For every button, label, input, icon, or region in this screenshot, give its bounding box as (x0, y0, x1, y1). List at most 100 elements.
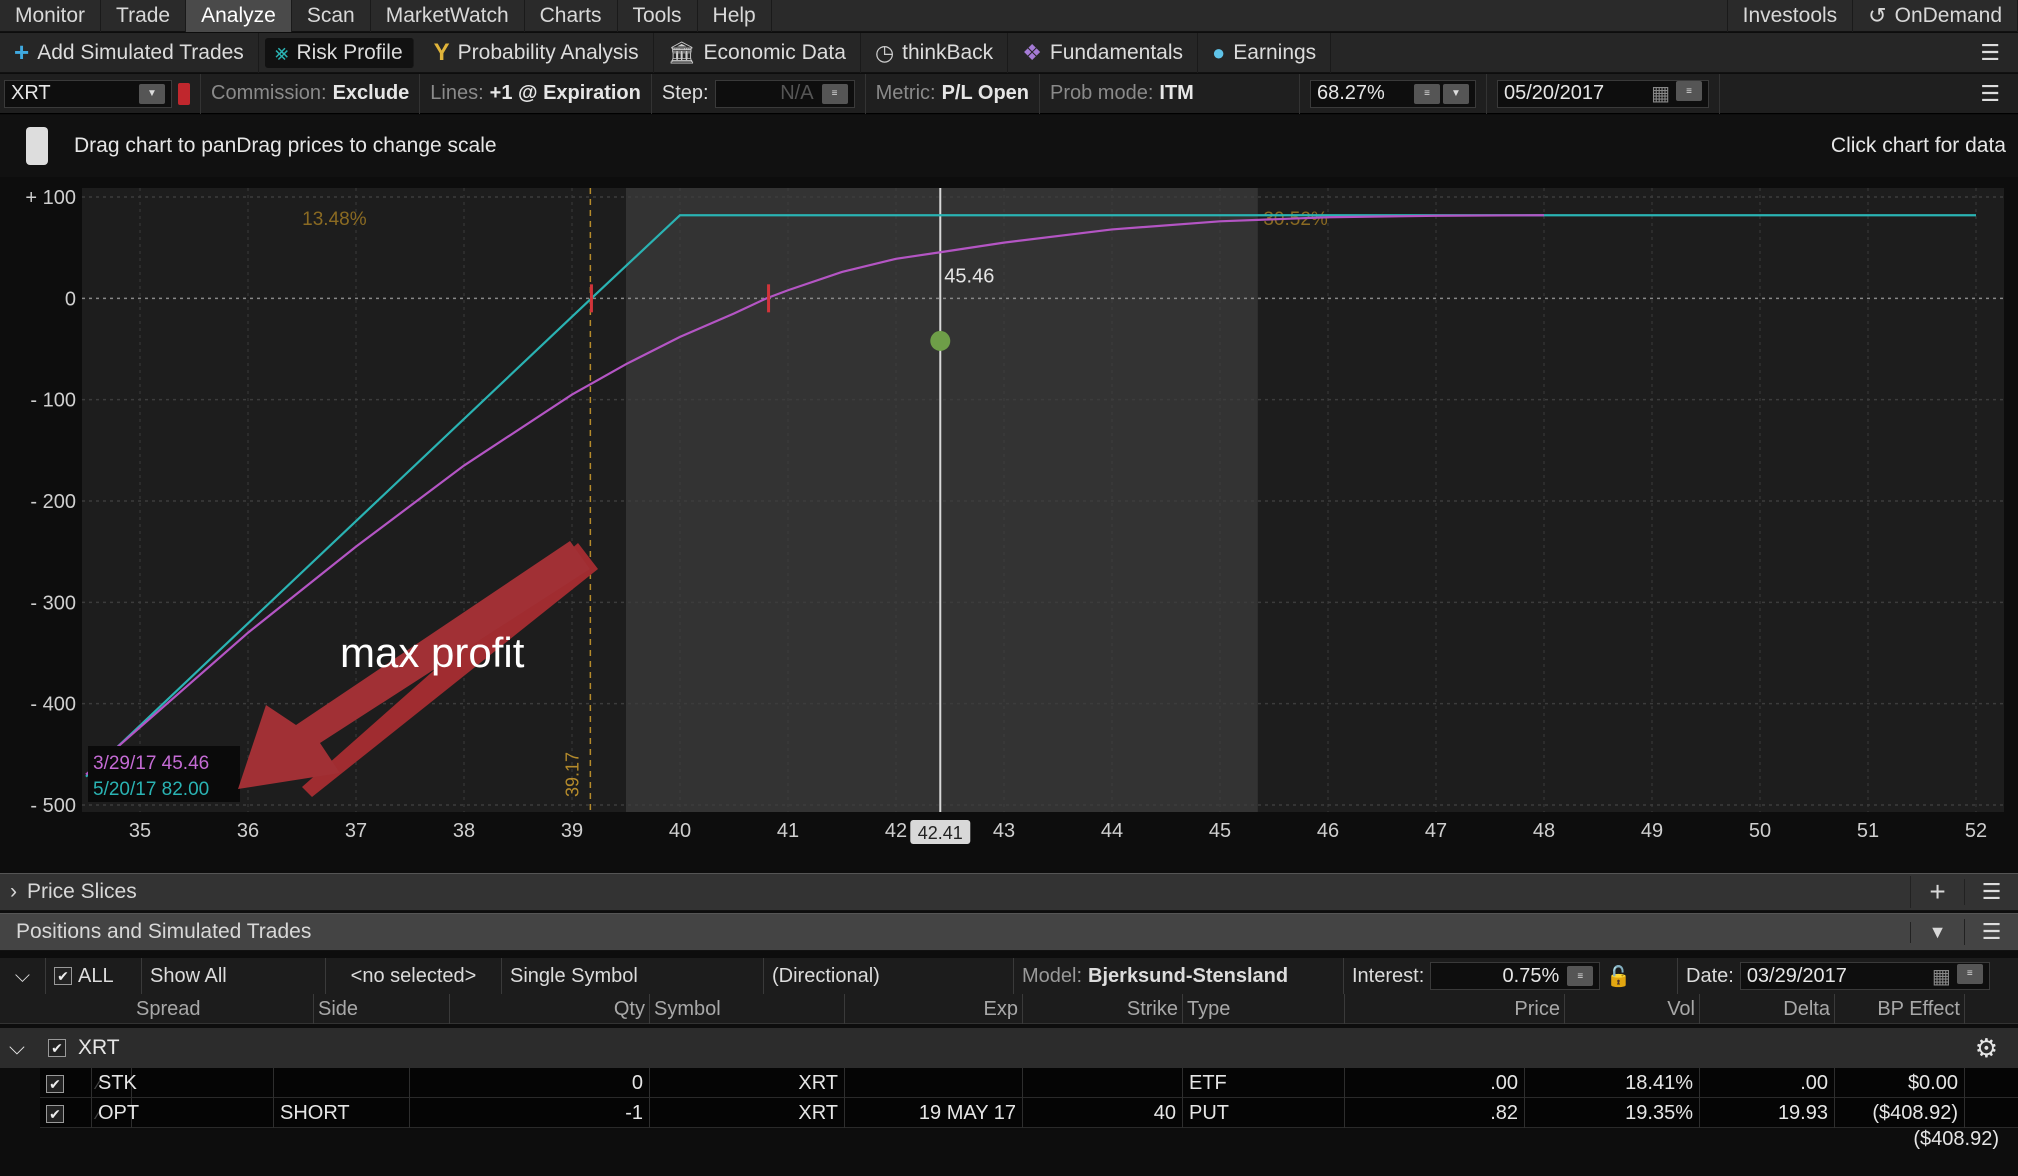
step-input[interactable]: N/A ≡ (714, 79, 855, 108)
economic-data-tab[interactable]: 🏛 Economic Data (654, 32, 861, 73)
earnings-tab[interactable]: ● Earnings (1198, 32, 1332, 73)
row-checkbox[interactable]: ✔ (46, 1075, 64, 1093)
collapse-icon[interactable]: ▼ (1910, 921, 1964, 943)
analysis-date-spinner[interactable]: ≡ (1956, 963, 1983, 984)
symbol-mode-dropdown[interactable]: Single Symbol (502, 958, 764, 994)
prob-spinner[interactable]: ≡ (1414, 83, 1440, 104)
position-row[interactable]: ✔ ∕ OPT SHORT -1 XRT 19 MAY 17 40 PUT .82 19.35% 19… (40, 1098, 2018, 1128)
row-checkbox[interactable]: ✔ (46, 1105, 64, 1123)
interest-input[interactable]: 0.75% ≡ (1430, 962, 1601, 990)
menu-investools[interactable]: Investools (1726, 0, 1854, 32)
col-header-bp-effect[interactable]: BP Effect (1835, 994, 1965, 1024)
add-simulated-trades-button[interactable]: + Add Simulated Trades (0, 32, 259, 73)
menu-ondemand[interactable]: ↺ OnDemand (1853, 0, 2018, 32)
symbol-field[interactable]: XRT ▼ (4, 79, 172, 108)
y-tick-label: - 200 (30, 491, 76, 513)
col-header-price[interactable]: Price (1345, 994, 1565, 1024)
menu-monitor[interactable]: Monitor (0, 0, 102, 32)
analysis-date-input[interactable]: 03/29/2017 ▦ ≡ (1739, 962, 1990, 990)
menu-analyze[interactable]: Analyze (186, 0, 292, 32)
date-spinner[interactable]: ≡ (1676, 81, 1702, 101)
col-header-vol[interactable]: Vol (1565, 994, 1700, 1024)
show-filter-dropdown[interactable]: Show All (142, 958, 326, 994)
lightbulb-icon: ● (1212, 39, 1226, 65)
date-input[interactable]: 05/20/2017 ▦ ≡ (1497, 79, 1709, 108)
analysis-calendar-icon[interactable]: ▦ (1932, 964, 1951, 989)
thinkback-tab[interactable]: ◷ thinkBack (861, 32, 1009, 73)
row-select-cell: ✔ (40, 1068, 92, 1098)
step-field: Step: N/A ≡ (652, 73, 866, 114)
commission-selector[interactable]: Commission: Exclude (201, 73, 421, 114)
risk-profile-chart[interactable]: + 100 0 - 100 - 200 - 300 - 400 - 500 35 36 37 38… (0, 177, 2018, 867)
y-tick-label: - 100 (30, 390, 76, 412)
prob-percent-input[interactable]: 68.27% ≡ ▼ (1310, 79, 1476, 108)
cursor-point[interactable] (930, 330, 951, 351)
commission-value: Exclude (332, 82, 410, 104)
col-header-delta[interactable]: Delta (1700, 994, 1835, 1024)
col-header-side[interactable]: Side (314, 994, 450, 1024)
show-filter-value: Show All (150, 964, 227, 987)
position-group-xrt[interactable]: ⌵ ✔ XRT ⚙ (0, 1028, 2018, 1068)
select-all-checkbox[interactable]: ✔ (54, 967, 72, 985)
cell-strike (1023, 1068, 1183, 1098)
params-menu-icon[interactable]: ☰ (1962, 81, 2018, 107)
selected-dropdown[interactable]: <no selected> (326, 958, 502, 994)
metric-selector[interactable]: Metric: P/L Open (866, 73, 1040, 114)
model-dropdown[interactable]: Model: Bjerksund-Stensland (1014, 958, 1344, 994)
prob-dropdown-icon[interactable]: ▼ (1443, 83, 1469, 104)
step-spinner[interactable]: ≡ (821, 83, 848, 104)
menu-charts[interactable]: Charts (525, 0, 618, 32)
cell-delta: .00 (1700, 1068, 1835, 1098)
risk-profile-svg[interactable]: + 100 0 - 100 - 200 - 300 - 400 - 500 35 36 37 38… (0, 177, 2018, 867)
prob-mode-selector[interactable]: Prob mode: ITM (1040, 73, 1300, 114)
group-collapse-chevron-icon[interactable]: ⌵ (0, 1036, 34, 1060)
group-checkbox[interactable]: ✔ (48, 1039, 66, 1057)
unlock-icon[interactable]: 🔓 (1606, 964, 1631, 989)
directional-dropdown[interactable]: (Directional) (764, 958, 1014, 994)
group-settings-gear-icon[interactable]: ⚙ (1975, 1033, 1998, 1064)
x-tick-label: 46 (1317, 820, 1339, 842)
positions-menu-icon[interactable]: ☰ (1964, 919, 2018, 945)
probability-analysis-tab[interactable]: Y Probability Analysis (420, 32, 654, 73)
lines-selector[interactable]: Lines: +1 @ Expiration (420, 73, 652, 114)
cell-bp: ($408.92) (1835, 1098, 1965, 1128)
col-header-type[interactable]: Type (1183, 994, 1345, 1024)
menu-trade[interactable]: Trade (101, 0, 187, 32)
select-all-checkbox-group[interactable]: ✔ ALL (46, 958, 142, 994)
price-slices-menu-icon[interactable]: ☰ (1964, 879, 2018, 905)
interest-spinner[interactable]: ≡ (1567, 966, 1594, 986)
col-header-spread[interactable]: Spread (132, 994, 314, 1024)
symbol-dropdown-icon[interactable]: ▼ (139, 83, 165, 104)
col-header-symbol[interactable]: Symbol (650, 994, 845, 1024)
risk-profile-tab[interactable]: ⨳ Risk Profile (264, 37, 414, 68)
x-tick-label: 44 (1101, 820, 1123, 842)
add-simulated-trades-label: Add Simulated Trades (37, 40, 244, 64)
menu-help[interactable]: Help (698, 0, 772, 32)
fundamentals-tab[interactable]: ❖ Fundamentals (1008, 32, 1198, 73)
x-tick-label: 39 (561, 820, 583, 842)
menu-marketwatch[interactable]: MarketWatch (371, 0, 525, 32)
calendar-icon[interactable]: ▦ (1651, 81, 1670, 106)
price-slices-section[interactable]: › Price Slices + ☰ (0, 873, 2018, 911)
collapse-all-chevron-icon[interactable]: ⌵ (0, 958, 46, 994)
cell-side (274, 1068, 410, 1098)
alert-icon[interactable] (178, 82, 190, 105)
cursor-x-label: 42.41 (918, 823, 963, 843)
thinkback-label: thinkBack (902, 40, 994, 64)
x-tick-label: 40 (669, 820, 691, 842)
fundamentals-label: Fundamentals (1049, 40, 1183, 64)
chart-hint-left: Drag chart to panDrag prices to change s… (74, 134, 497, 157)
expand-chevron-icon[interactable]: › (10, 880, 17, 904)
position-row[interactable]: ✔ ∕ STK 0 XRT ETF .00 18.41% .00 $0.00 (40, 1068, 2018, 1098)
interest-value: 0.75% (1502, 964, 1560, 987)
probability-range-shade (626, 188, 1258, 812)
add-price-slice-icon[interactable]: + (1910, 876, 1964, 908)
col-header-exp[interactable]: Exp (845, 994, 1023, 1024)
col-header-qty[interactable]: Qty (450, 994, 650, 1024)
probability-label: 13.48% (302, 209, 367, 230)
toolbar-menu-icon[interactable]: ☰ (1962, 40, 2018, 66)
menu-scan[interactable]: Scan (292, 0, 371, 32)
menu-tools[interactable]: Tools (618, 0, 698, 32)
col-header-strike[interactable]: Strike (1023, 994, 1183, 1024)
phone-icon[interactable] (26, 127, 48, 165)
